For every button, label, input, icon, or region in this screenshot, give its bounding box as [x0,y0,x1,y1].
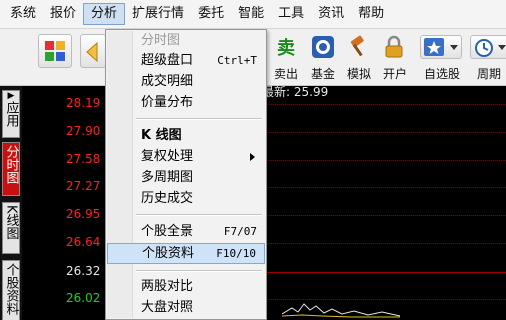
menu-item-label: 成交明细 [141,74,194,89]
sell-glyph: 卖 [277,37,295,59]
menu-item-trade-details[interactable]: 成交明细 [107,71,265,92]
price-label: 27.58 [66,152,101,166]
price-label: 26.64 [66,235,101,249]
watchlist-button[interactable] [420,35,462,59]
menu-help[interactable]: 帮助 [351,3,391,25]
price-label: 26.32 [66,264,101,278]
menu-item-shortcut: F7/07 [223,225,257,238]
menu-order[interactable]: 委托 [191,3,231,25]
menu-quote[interactable]: 报价 [43,3,83,25]
menu-item-history-trades[interactable]: 历史成交 [107,188,265,209]
price-label: 28.19 [66,96,101,110]
price-label: 26.95 [66,207,101,221]
menu-smart[interactable]: 智能 [231,3,271,25]
dropdown-arrow-icon [450,45,458,50]
clock-icon [475,39,493,57]
menu-item-label: 个股资料 [142,246,195,261]
tab-kline-chart[interactable]: K线图 [2,202,20,254]
lock-icon [385,35,403,58]
menu-tools[interactable]: 工具 [271,3,311,25]
latest-price: 最新: 25.99 [262,85,329,99]
tab-stock-profile[interactable]: 个股资料 [2,260,20,320]
menu-item-label: 历史成交 [141,191,194,206]
dropdown-arrow-icon [498,45,506,50]
menu-item-stock-profile[interactable]: 个股资料 F10/10 [107,243,265,264]
menu-extended-quote[interactable]: 扩展行情 [125,3,191,25]
menu-item-intraday-chart[interactable]: 分时图 [107,30,265,51]
period-label[interactable]: 周期 [474,65,504,82]
menu-item-adjustment[interactable]: 复权处理 [107,146,265,167]
price-line [282,303,401,318]
menu-item-label: 大盘对照 [141,300,194,315]
menu-item-shortcut: Ctrl+T [217,54,257,67]
fund-label[interactable]: 基金 [308,65,338,82]
sell-label[interactable]: 卖出 [271,65,301,82]
analysis-dropdown-menu: 分时图 超级盘口 Ctrl+T 成交明细 价量分布 K 线图 复权处理 多周期图… [105,29,267,320]
menu-item-label: 超级盘口 [141,53,194,68]
price-label: 27.90 [66,124,101,138]
menu-item-stock-overview[interactable]: 个股全景 F7/07 [107,221,265,242]
price-label: 27.27 [66,179,101,193]
menu-item-index-compare[interactable]: 大盘对照 [107,297,265,318]
menu-item-label: 多周期图 [141,170,194,185]
price-label: 26.02 [66,291,101,305]
back-button[interactable] [80,34,106,68]
menu-news[interactable]: 资讯 [311,3,351,25]
colored-grid-icon [45,41,65,61]
tab-kline-label: K线图 [3,205,19,240]
open-account-label[interactable]: 开户 [380,65,410,82]
menu-item-label: 分时图 [141,33,181,48]
menu-item-super-order-book[interactable]: 超级盘口 Ctrl+T [107,50,265,71]
menu-item-label: 复权处理 [141,149,194,164]
back-arrow-icon [86,41,98,63]
tab-intraday-chart[interactable]: 分时图 [2,142,20,196]
menu-analysis[interactable]: 分析 [83,3,126,25]
menu-item-shortcut: F10/10 [216,247,256,260]
menu-item-label: 价量分布 [141,95,194,110]
menu-item-label: 两股对比 [141,279,194,294]
menu-item-price-volume-distribution[interactable]: 价量分布 [107,92,265,113]
menu-item-kline-chart[interactable]: K 线图 [107,125,265,146]
tab-intraday-label: 分时图 [3,145,19,184]
submenu-arrow-icon [250,153,255,161]
side-tab-bar: ▶ 应用 分时图 K线图 个股资料 [0,86,22,320]
menu-item-compare-two-stocks[interactable]: 两股对比 [107,276,265,297]
tab-apps[interactable]: ▶ 应用 [2,90,20,138]
layout-button[interactable] [38,34,72,68]
watchlist-label[interactable]: 自选股 [420,65,464,82]
menu-item-label: K 线图 [141,128,182,143]
menu-system[interactable]: 系统 [3,3,43,25]
menu-item-label: 个股全景 [141,224,194,239]
fund-icon [312,36,334,58]
tab-apps-label: 应用 [3,101,19,127]
sell-icon: 卖 [277,37,295,59]
period-button[interactable] [470,35,506,59]
menu-separator [136,214,262,216]
gavel-icon [350,35,364,57]
simulate-label[interactable]: 模拟 [344,65,374,82]
menu-bar: 系统 报价 分析 扩展行情 委托 智能 工具 资讯 帮助 [0,0,506,29]
menu-separator [136,270,262,272]
tab-profile-label: 个股资料 [3,263,19,315]
star-icon [424,38,444,56]
menu-item-multi-period-chart[interactable]: 多周期图 [107,167,265,188]
tab-collapse-icon: ▶ [7,91,15,101]
menu-separator [136,118,262,120]
